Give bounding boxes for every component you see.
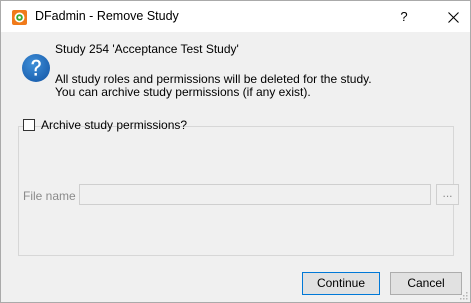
browse-button[interactable]: ... [436, 184, 459, 205]
file-name-input[interactable] [79, 184, 431, 205]
archive-checkbox-row[interactable]: Archive study permissions? [23, 118, 187, 134]
question-icon [22, 54, 50, 82]
continue-button[interactable]: Continue [302, 272, 380, 295]
study-title: Study 254 'Acceptance Test Study' [55, 42, 239, 56]
close-icon [447, 12, 459, 24]
title-bar[interactable]: DFadmin - Remove Study ? [1, 1, 470, 32]
archive-hint-message: You can archive study permissions (if an… [55, 85, 311, 99]
file-name-label: File name [23, 189, 76, 203]
warning-message: All study roles and permissions will be … [55, 72, 372, 86]
dialog-window: DFadmin - Remove Study ? Study 254 'Acce… [0, 0, 471, 303]
archive-checkbox-label[interactable]: Archive study permissions? [41, 118, 187, 132]
archive-checkbox[interactable] [23, 119, 35, 131]
cancel-button[interactable]: Cancel [390, 272, 462, 295]
help-button[interactable]: ? [393, 6, 415, 28]
window-title: DFadmin - Remove Study [35, 9, 179, 23]
dfadmin-app-icon [12, 10, 27, 25]
resize-grip-icon[interactable] [460, 292, 468, 300]
close-button[interactable] [442, 6, 464, 28]
